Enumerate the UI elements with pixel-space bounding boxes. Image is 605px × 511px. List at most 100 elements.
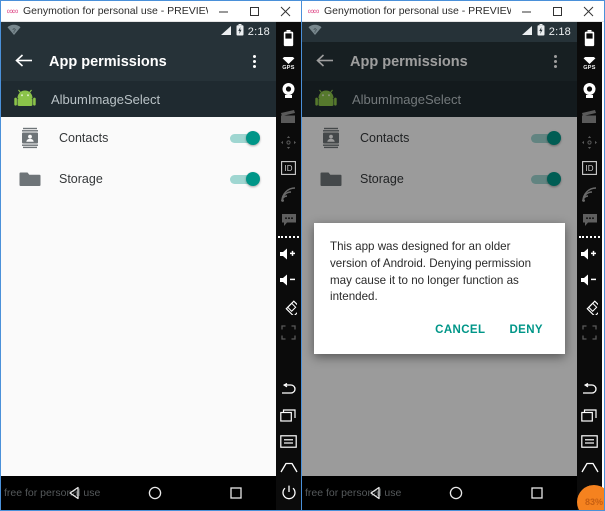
genymotion-logo-icon: ∞∞ — [307, 6, 320, 16]
volume-down-tool-icon[interactable] — [577, 267, 602, 293]
menu-tool-icon[interactable] — [577, 428, 602, 454]
permissions-list: Contacts Storage — [1, 117, 276, 476]
permission-label: Storage — [360, 171, 404, 186]
camera-tool-icon[interactable] — [577, 77, 602, 103]
page-title: App permissions — [49, 53, 167, 70]
title-bar: ∞∞ Genymotion for personal use - PREVIEW… — [1, 1, 301, 22]
toggle-knob — [547, 171, 561, 186]
nav-recents-square-icon[interactable] — [529, 485, 545, 501]
nav-home-circle-icon[interactable] — [147, 485, 163, 501]
video-recorder-tool-icon[interactable] — [577, 103, 602, 129]
watermark-text: free for personal use — [4, 487, 101, 499]
cell-signal-icon — [220, 23, 232, 41]
nav-back-triangle-icon[interactable] — [67, 485, 83, 501]
close-button[interactable] — [573, 1, 604, 21]
battery-icon — [236, 23, 244, 41]
back-tool-icon[interactable] — [276, 376, 301, 402]
more-vertical-icon[interactable] — [547, 55, 563, 68]
phone-sms-tool-icon[interactable] — [276, 207, 301, 233]
android-screen: ? 2:18 App permissions AlbumImageSelect … — [302, 22, 577, 510]
toggle-knob — [246, 130, 260, 145]
minimize-button[interactable] — [511, 1, 542, 21]
device-area: ? 2:18 App permissions AlbumImageSelect … — [1, 22, 301, 510]
battery-tool-icon[interactable] — [577, 25, 602, 51]
volume-up-tool-icon[interactable] — [276, 241, 301, 267]
fullscreen-tool-icon[interactable] — [577, 319, 602, 345]
fullscreen-tool-icon[interactable] — [276, 319, 301, 345]
network-tool-icon[interactable] — [577, 181, 602, 207]
identifiers-tool-icon[interactable]: ID — [276, 155, 301, 181]
device-area: ? 2:18 App permissions AlbumImageSelect … — [302, 22, 604, 510]
nav-back-triangle-icon[interactable] — [368, 485, 384, 501]
app-name: AlbumImageSelect — [352, 91, 462, 107]
android-screen: ? 2:18 App permissions AlbumImageSelect … — [1, 22, 276, 510]
close-button[interactable] — [270, 1, 301, 21]
maximize-button[interactable] — [542, 1, 573, 21]
window-controls — [208, 1, 301, 21]
back-tool-icon[interactable] — [577, 376, 602, 402]
contacts-icon — [17, 125, 43, 151]
permission-toggle-storage[interactable] — [230, 171, 260, 186]
gps-tool-icon[interactable]: GPS — [276, 51, 301, 77]
cell-signal-icon — [521, 23, 533, 41]
arrow-back-icon[interactable] — [15, 53, 41, 71]
permission-row-storage[interactable]: Storage — [302, 158, 577, 199]
identifiers-tool-icon[interactable]: ID — [577, 155, 602, 181]
network-tool-icon[interactable] — [276, 181, 301, 207]
svg-text:ID: ID — [285, 164, 293, 173]
toolbar-divider — [579, 236, 600, 238]
rotate-tool-icon[interactable] — [276, 293, 301, 319]
permission-row-contacts[interactable]: Contacts — [302, 117, 577, 158]
page-title: App permissions — [350, 53, 468, 70]
toggle-knob — [246, 171, 260, 186]
permission-toggle-contacts[interactable] — [531, 130, 561, 145]
permission-warning-dialog: This app was designed for an older versi… — [314, 223, 565, 355]
minimize-button[interactable] — [208, 1, 239, 21]
nav-home-circle-icon[interactable] — [448, 485, 464, 501]
toggle-knob — [547, 130, 561, 145]
genymotion-window-right: ∞∞ Genymotion for personal use - PREVIEW… — [302, 0, 605, 511]
app-header: AlbumImageSelect — [1, 81, 276, 117]
home-tool-icon[interactable] — [577, 454, 602, 480]
genymotion-toolbar: GPS ID — [276, 22, 301, 510]
camera-tool-icon[interactable] — [276, 77, 301, 103]
status-bar: ? 2:18 — [1, 22, 276, 42]
action-bar: App permissions — [1, 42, 276, 81]
gps-tool-icon[interactable]: GPS — [577, 51, 602, 77]
battery-tool-icon[interactable] — [276, 25, 301, 51]
window-title: Genymotion for personal use - PREVIEW - … — [324, 5, 511, 17]
accelerometer-tool-icon[interactable] — [276, 129, 301, 155]
phone-sms-tool-icon[interactable] — [577, 207, 602, 233]
arrow-back-icon[interactable] — [316, 53, 342, 71]
accelerometer-tool-icon[interactable] — [577, 129, 602, 155]
menu-tool-icon[interactable] — [276, 428, 301, 454]
volume-down-tool-icon[interactable] — [276, 267, 301, 293]
permission-label: Storage — [59, 171, 103, 186]
permission-row-contacts[interactable]: Contacts — [1, 117, 276, 158]
nav-recents-square-icon[interactable] — [228, 485, 244, 501]
rotate-tool-icon[interactable] — [577, 293, 602, 319]
deny-button[interactable]: DENY — [503, 320, 549, 340]
volume-up-tool-icon[interactable] — [577, 241, 602, 267]
folder-icon — [17, 166, 43, 192]
recents-tool-icon[interactable] — [577, 402, 602, 428]
navigation-bar: free for personal use — [302, 476, 577, 510]
permission-toggle-storage[interactable] — [531, 171, 561, 186]
window-controls — [511, 1, 604, 21]
recents-tool-icon[interactable] — [276, 402, 301, 428]
wifi-no-internet-icon: ? — [308, 23, 322, 41]
genymotion-toolbar: GPS ID — [577, 22, 604, 510]
home-tool-icon[interactable] — [276, 454, 301, 480]
maximize-button[interactable] — [239, 1, 270, 21]
permission-toggle-contacts[interactable] — [230, 130, 260, 145]
power-tool-icon[interactable] — [276, 480, 301, 506]
cancel-button[interactable]: CANCEL — [429, 320, 491, 340]
toolbar-divider — [278, 236, 299, 238]
dialog-actions: CANCEL DENY — [330, 320, 549, 348]
permission-row-storage[interactable]: Storage — [1, 158, 276, 199]
genymotion-window-left: ∞∞ Genymotion for personal use - PREVIEW… — [0, 0, 302, 511]
dialog-message: This app was designed for an older versi… — [330, 240, 532, 304]
more-vertical-icon[interactable] — [246, 55, 262, 68]
svg-text:ID: ID — [586, 164, 594, 173]
video-recorder-tool-icon[interactable] — [276, 103, 301, 129]
